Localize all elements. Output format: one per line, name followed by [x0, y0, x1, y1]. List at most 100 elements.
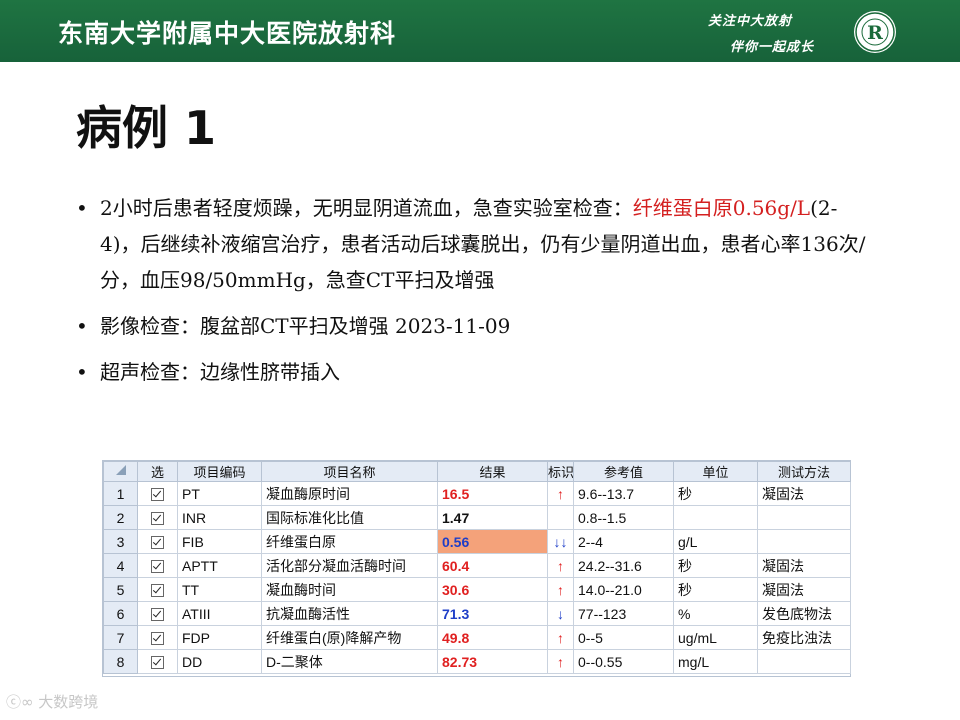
column-header[interactable]: 单位 — [673, 461, 758, 482]
reference-range: 0--5 — [573, 625, 674, 650]
bullet-item: • 影像检查：腹盆部CT平扫及增强 2023-11-09 — [74, 308, 874, 344]
header-title: 东南大学附属中大医院放射科 — [58, 19, 397, 48]
item-name: D-二聚体 — [261, 649, 438, 674]
row-checkbox[interactable] — [151, 656, 164, 670]
item-name: 活化部分凝血活酶时间 — [261, 553, 438, 578]
select-cell[interactable] — [137, 625, 178, 650]
bullet-dot: • — [76, 196, 88, 220]
bullet-list: • 2小时后患者轻度烦躁，无明显阴道流血，急查实验室检查：纤维蛋白原0.56g/L… — [74, 190, 874, 400]
unit — [673, 505, 758, 530]
test-method: 免疫比浊法 — [757, 625, 851, 650]
select-cell[interactable] — [137, 601, 178, 626]
item-name: 国际标准化比值 — [261, 505, 438, 530]
select-cell[interactable] — [137, 481, 178, 506]
test-method: 凝固法 — [757, 481, 851, 506]
reference-range: 0--0.55 — [573, 649, 674, 674]
select-cell[interactable] — [137, 553, 178, 578]
column-header[interactable] — [103, 461, 138, 482]
row-checkbox[interactable] — [151, 584, 164, 598]
column-header[interactable]: 标识 — [547, 461, 574, 482]
bullet-text: 2小时后患者轻度烦躁，无明显阴道流血，急查实验室检查： — [100, 196, 633, 220]
select-cell[interactable] — [137, 505, 178, 530]
bullet-text: 影像检查：腹盆部CT平扫及增强 2023-11-09 — [100, 314, 511, 338]
table-row[interactable]: 7 FDP 纤维蛋白(原)降解产物 49.8 ↑ 0--5 ug/mL 免疫比浊法 — [103, 625, 851, 650]
row-checkbox[interactable] — [151, 488, 164, 502]
row-number: 7 — [103, 625, 138, 650]
table-row[interactable]: 3 FIB 纤维蛋白原 0.56 ↓↓ 2--4 g/L — [103, 529, 851, 554]
item-code: APTT — [177, 553, 262, 578]
item-name: 抗凝血酶活性 — [261, 601, 438, 626]
item-name: 凝血酶原时间 — [261, 481, 438, 506]
test-method: 凝固法 — [757, 577, 851, 602]
item-code: PT — [177, 481, 262, 506]
table-row[interactable]: 8 DD D-二聚体 82.73 ↑ 0--0.55 mg/L — [103, 649, 851, 674]
row-checkbox[interactable] — [151, 536, 164, 550]
reference-range: 14.0--21.0 — [573, 577, 674, 602]
test-method — [757, 505, 851, 530]
row-checkbox[interactable] — [151, 608, 164, 622]
unit: 秒 — [673, 481, 758, 506]
column-header[interactable]: 项目名称 — [261, 461, 438, 482]
reference-range: 9.6--13.7 — [573, 481, 674, 506]
item-code: TT — [177, 577, 262, 602]
result-value: 49.8 — [437, 625, 548, 650]
column-header[interactable]: 项目编码 — [177, 461, 262, 482]
result-value: 82.73 — [437, 649, 548, 674]
lab-results-table: 选项目编码 项目名称 结果 标识 参考值 单位 测试方法 1 PT 凝血酶原时间 16.5 ↑ 9.6… — [102, 460, 851, 677]
unit: mg/L — [673, 649, 758, 674]
bullet-text: 纤维蛋白原0.56g/L — [632, 196, 811, 220]
row-number: 3 — [103, 529, 138, 554]
result-value: 71.3 — [437, 601, 548, 626]
column-header[interactable]: 选 — [137, 461, 178, 482]
watermark: ⓒ∞ 大数跨境 — [6, 691, 98, 712]
table-header-row: 选项目编码 项目名称 结果 标识 参考值 单位 测试方法 — [103, 461, 851, 482]
bullet-dot: • — [76, 314, 88, 338]
result-flag: ↓ — [547, 601, 574, 626]
result-flag: ↑ — [547, 577, 574, 602]
table-row[interactable]: 1 PT 凝血酶原时间 16.5 ↑ 9.6--13.7 秒凝固法 — [103, 481, 851, 506]
bullet-dot: • — [76, 360, 88, 384]
item-code: DD — [177, 649, 262, 674]
bullet-item: • 2小时后患者轻度烦躁，无明显阴道流血，急查实验室检查：纤维蛋白原0.56g/L… — [74, 190, 874, 298]
unit: 秒 — [673, 553, 758, 578]
table-row[interactable]: 4 APTT 活化部分凝血活酶时间 60.4 ↑ 24.2--31.6 秒凝固法 — [103, 553, 851, 578]
hospital-logo: R — [854, 11, 896, 53]
unit: % — [673, 601, 758, 626]
reference-range: 0.8--1.5 — [573, 505, 674, 530]
reference-range: 2--4 — [573, 529, 674, 554]
select-cell[interactable] — [137, 529, 178, 554]
item-code: FIB — [177, 529, 262, 554]
select-cell[interactable] — [137, 649, 178, 674]
bullet-text: 超声检查：边缘性脐带插入 — [100, 360, 340, 384]
test-method: 凝固法 — [757, 553, 851, 578]
item-code: FDP — [177, 625, 262, 650]
row-checkbox[interactable] — [151, 512, 164, 526]
table-row[interactable]: 6 ATIII 抗凝血酶活性 71.3 ↓ 77--123% 发色底物法 — [103, 601, 851, 626]
test-method — [757, 529, 851, 554]
row-number: 1 — [103, 481, 138, 506]
column-header[interactable]: 结果 — [437, 461, 548, 482]
unit: g/L — [673, 529, 758, 554]
slogan-line-1: 关注中大放射 — [708, 14, 793, 29]
row-checkbox[interactable] — [151, 632, 164, 646]
item-name: 纤维蛋白(原)降解产物 — [261, 625, 438, 650]
row-checkbox[interactable] — [151, 560, 164, 574]
row-number: 2 — [103, 505, 138, 530]
table-row[interactable]: 5 TT 凝血酶时间 30.6 ↑ 14.0--21.0 秒凝固法 — [103, 577, 851, 602]
select-all-corner-icon — [115, 465, 126, 475]
watermark-text: 大数跨境 — [38, 693, 99, 711]
slide-title: 病例 1 — [76, 101, 217, 155]
table-row[interactable]: 2 INR 国际标准化比值 1.47 0.8--1.5 — [103, 505, 851, 530]
unit: ug/mL — [673, 625, 758, 650]
bullet-item: • 超声检查：边缘性脐带插入 — [74, 354, 874, 390]
result-flag: ↑ — [547, 649, 574, 674]
watermark-icon: ⓒ∞ — [6, 693, 39, 711]
column-header[interactable]: 测试方法 — [757, 461, 851, 482]
result-flag — [547, 505, 574, 530]
column-header[interactable]: 参考值 — [573, 461, 674, 482]
reference-range: 77--123 — [573, 601, 674, 626]
result-value: 1.47 — [437, 505, 548, 530]
row-number: 8 — [103, 649, 138, 674]
select-cell[interactable] — [137, 577, 178, 602]
result-value: 0.56 — [437, 529, 548, 554]
